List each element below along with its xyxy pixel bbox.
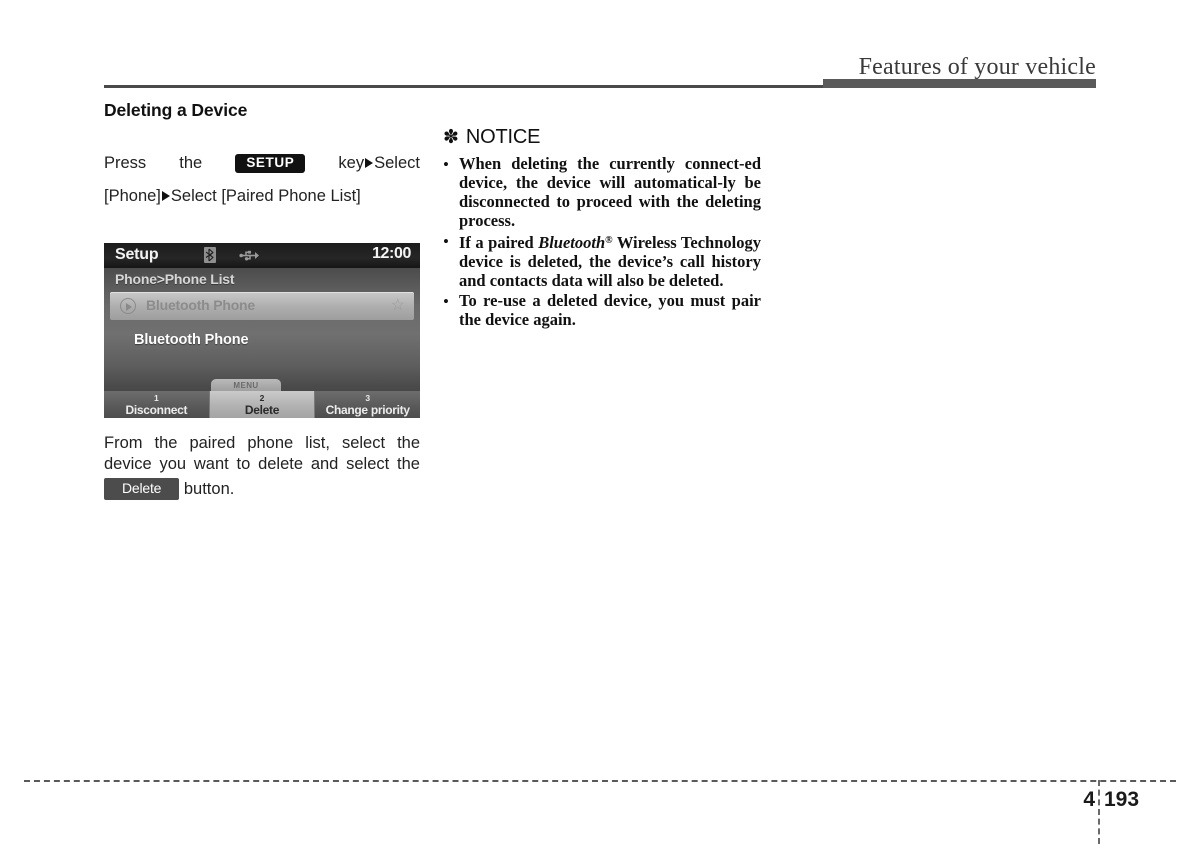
device-softkey-bar: 1 Disconnect 2 Delete 3 Change priority xyxy=(104,391,420,418)
header-rule-thick xyxy=(823,79,1096,88)
device-list-row[interactable]: Bluetooth Phone ☆ xyxy=(110,292,414,320)
footer-chapter-number: 4 xyxy=(1083,788,1095,811)
below-l1-word-1: the xyxy=(154,434,178,452)
softkey-number-3: 3 xyxy=(365,393,371,403)
notice-item-1: • If a paired Bluetooth® Wireless Technol… xyxy=(443,231,761,290)
asterisk-icon: ✽ xyxy=(443,127,459,148)
notice-item-2: • To re-use a deleted device, you must pa… xyxy=(443,291,761,329)
page-header: Features of your vehicle xyxy=(0,0,1200,100)
device-screenshot: Setup 12:00 Phone>Phone List Bluetooth P… xyxy=(104,243,420,418)
header-rule-thin xyxy=(104,85,824,88)
device-breadcrumb: Phone>Phone List xyxy=(115,271,235,287)
notice-bullet-icon-1: • xyxy=(443,232,449,251)
below-l2-word-2: want xyxy=(193,455,229,473)
below-l1-word-2: paired xyxy=(189,434,236,452)
footer-vertical-divider xyxy=(1098,780,1100,844)
page-footer: 4 193 xyxy=(0,760,1200,861)
instruction-key-and-arrow: key Select xyxy=(338,153,420,174)
below-l1-word-0: From xyxy=(104,434,143,452)
device-clock: 12:00 xyxy=(372,245,411,262)
below-l2-word-1: you xyxy=(159,455,187,473)
instruction-word-press: Press xyxy=(104,154,147,172)
delete-button-badge[interactable]: Delete xyxy=(104,478,180,500)
below-l2-word-5: and xyxy=(310,455,339,473)
notice-text-1: If a paired Bluetooth® Wireless Technolo… xyxy=(459,233,761,290)
right-column: ✽ NOTICE • When deleting the currently co… xyxy=(443,126,761,330)
notice-item-0: • When deleting the currently connect-ed … xyxy=(443,154,761,230)
softkey-change-priority[interactable]: 3 Change priority xyxy=(314,391,420,418)
notice-title: NOTICE xyxy=(465,126,541,148)
below-paragraph-line-3: Delete button. xyxy=(104,478,420,500)
below-paragraph-line-1: From the paired phone list, select the xyxy=(104,433,420,454)
notice-bullet-icon-2: • xyxy=(443,292,449,311)
below-l1-word-4: list, xyxy=(305,434,330,452)
device-list-row-label: Bluetooth Phone xyxy=(146,297,255,313)
softkey-number-2: 2 xyxy=(259,393,265,403)
softkey-label-1: Disconnect xyxy=(125,403,188,417)
notice-bullet-icon-0: • xyxy=(443,155,449,174)
right-triangle-icon-2 xyxy=(161,191,170,201)
instruction-word-select: Select xyxy=(374,154,420,172)
below-l1-word-3: phone xyxy=(247,434,294,452)
star-icon[interactable]: ☆ xyxy=(391,297,405,314)
instruction-word-the: the xyxy=(179,154,203,172)
page-content: Deleting a Device Press the SETUP key Sel… xyxy=(0,100,1200,760)
instruction-word-key: key xyxy=(338,154,365,172)
device-selected-label: Bluetooth Phone xyxy=(134,332,249,348)
usb-icon xyxy=(239,250,259,261)
device-screen-title: Setup xyxy=(115,246,159,263)
notice-header: ✽ NOTICE xyxy=(443,126,761,149)
instruction-line-2: [Phone] Select [Paired Phone List] xyxy=(104,186,420,207)
below-paragraph-tail: button. xyxy=(183,480,235,498)
below-paragraph-line-2: device you want to delete and select the xyxy=(104,454,420,475)
softkey-label-3: Change priority xyxy=(325,403,410,417)
play-circle-icon xyxy=(120,298,136,314)
below-l2-word-4: delete xyxy=(258,455,304,473)
instruction-line2-rest: Select [Paired Phone List] xyxy=(170,187,361,205)
page-header-title: Features of your vehicle xyxy=(858,54,1096,80)
section-heading: Deleting a Device xyxy=(104,100,248,120)
below-screenshot-paragraph: From the paired phone list, select the device y… xyxy=(104,433,420,500)
footer-dashed-rule xyxy=(24,780,1176,782)
bluetooth-icon xyxy=(204,247,216,263)
footer-page-number: 193 xyxy=(1104,788,1140,811)
below-l1-word-5: select xyxy=(341,434,386,452)
softkey-number-1: 1 xyxy=(153,393,159,403)
instruction-line-1: Press the SETUP key Select xyxy=(104,153,420,174)
setup-key-badge[interactable]: SETUP xyxy=(235,154,306,173)
left-column: Deleting a Device Press the SETUP key Sel… xyxy=(104,100,420,500)
below-l2-word-7: the xyxy=(397,455,420,473)
instruction-phone-token: [Phone] xyxy=(104,187,161,205)
notice-list: • When deleting the currently connect-ed … xyxy=(443,154,761,329)
softkey-delete[interactable]: 2 Delete xyxy=(208,391,315,418)
right-triangle-icon xyxy=(365,158,374,168)
below-l2-word-3: to xyxy=(236,455,251,473)
softkey-disconnect[interactable]: 1 Disconnect xyxy=(104,391,209,418)
below-l2-word-0: device xyxy=(104,455,152,473)
notice-text-2: To re-use a deleted device, you must pai… xyxy=(459,291,761,329)
notice-text-0: When deleting the currently connect-ed d… xyxy=(459,154,761,230)
softkey-label-2: Delete xyxy=(244,403,280,417)
below-l1-word-6: the xyxy=(397,434,420,452)
device-titlebar: Setup 12:00 xyxy=(104,243,420,268)
below-l2-word-6: select xyxy=(346,455,390,473)
